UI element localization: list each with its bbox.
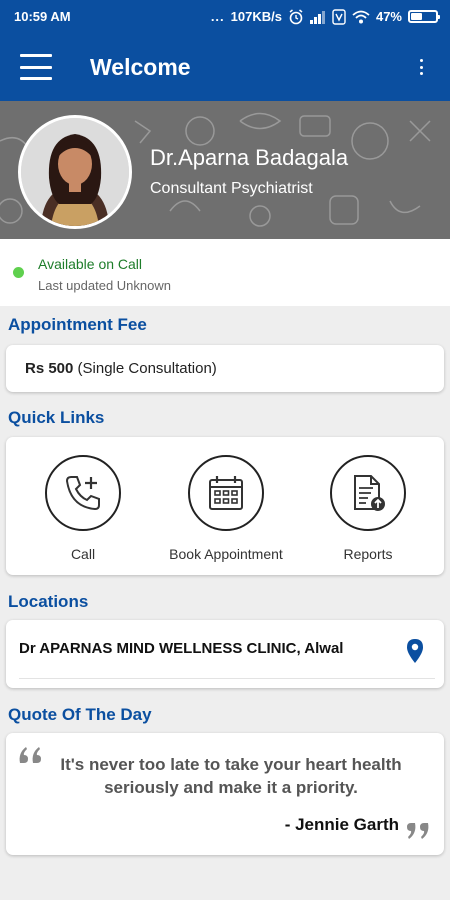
quick-links-heading: Quick Links: [8, 408, 105, 427]
phone-plus-icon: [45, 455, 121, 531]
doctor-title: Consultant Psychiatrist: [150, 180, 313, 197]
fee-amount: Rs 500: [25, 360, 74, 377]
quote-open-icon: [19, 747, 41, 763]
more-vertical-icon[interactable]: [418, 59, 424, 75]
status-dots: ...: [210, 9, 225, 24]
appointment-fee-heading: Appointment Fee: [8, 315, 147, 334]
page-title: Welcome: [90, 53, 191, 80]
battery-icon: [408, 10, 440, 23]
quote-heading: Quote Of The Day: [8, 705, 152, 724]
avatar: [18, 115, 132, 229]
volte-icon: [332, 8, 346, 25]
fee-note: (Single Consultation): [73, 360, 217, 377]
availability-panel: Available on Call Last updated Unknown: [0, 239, 450, 306]
quote-text: It's never too late to take your heart h…: [60, 755, 402, 797]
status-bar: 10:59 AM ... 107KB/s 47%: [0, 0, 450, 33]
location-name: Dr APARNAS MIND WELLNESS CLINIC, Alwal: [19, 640, 344, 657]
quick-link-reports[interactable]: Reports: [298, 455, 438, 562]
battery-percent: 47%: [375, 9, 402, 24]
quote-close-icon: [407, 823, 429, 839]
quick-link-call[interactable]: Call: [13, 455, 153, 562]
quick-link-label: Call: [70, 546, 96, 562]
quick-links-card: Call Book Appointment Reports: [6, 437, 444, 575]
divider: [19, 678, 435, 679]
wifi-icon: [352, 10, 370, 23]
alarm-icon: [289, 8, 303, 24]
calendar-icon: [188, 455, 264, 531]
quick-link-label: Book Appointment: [169, 546, 283, 562]
hamburger-menu-icon[interactable]: [20, 54, 52, 80]
locations-heading: Locations: [8, 592, 89, 611]
status-icons: ... 107KB/s 47%: [210, 8, 440, 25]
signal-icon: [309, 10, 325, 24]
status-dot: [13, 267, 24, 278]
document-upload-icon: [330, 455, 406, 531]
availability-status: Available on Call: [38, 256, 143, 272]
app-bar: Welcome: [0, 33, 450, 101]
quick-link-book-appointment[interactable]: Book Appointment: [156, 455, 296, 562]
last-updated-text: Last updated Unknown: [38, 278, 171, 293]
network-speed: 107KB/s: [230, 9, 282, 24]
quick-link-label: Reports: [343, 546, 393, 562]
fee-text: Rs 500 (Single Consultation): [25, 360, 217, 377]
location-card[interactable]: Dr APARNAS MIND WELLNESS CLINIC, Alwal: [6, 620, 444, 688]
doctor-name: Dr.Aparna Badagala: [150, 145, 349, 170]
appointment-fee-card: Rs 500 (Single Consultation): [6, 345, 444, 392]
map-pin-icon[interactable]: [406, 638, 424, 664]
quote-author: - Jennie Garth: [284, 815, 399, 834]
quote-card: It's never too late to take your heart h…: [6, 733, 444, 855]
battery-level: [411, 13, 422, 20]
status-time: 10:59 AM: [14, 9, 71, 24]
